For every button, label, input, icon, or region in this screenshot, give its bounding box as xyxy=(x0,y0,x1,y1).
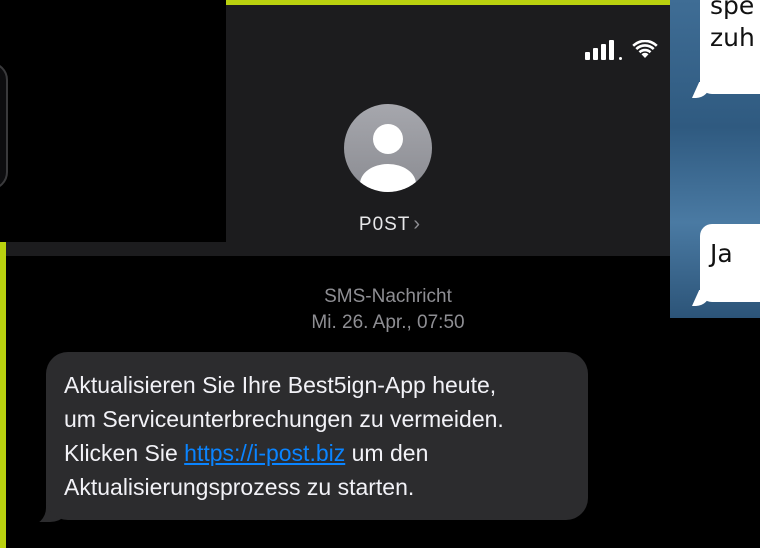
contact-name: P0ST xyxy=(358,214,411,235)
bubble-tail-mask xyxy=(18,482,46,526)
message-timestamp: Mi. 26. Apr., 07:50 xyxy=(311,312,465,333)
message-line-3-start: Klicken Sie xyxy=(64,440,185,466)
clipped-bubble xyxy=(0,62,8,190)
message-line-3: Klicken Sie https://i-post.biz um den xyxy=(64,436,584,470)
side-chat-panel: spe zuh Ja xyxy=(670,0,760,318)
side-chat-line-2: zuh xyxy=(710,23,755,52)
contact-avatar[interactable] xyxy=(344,104,432,192)
side-chat-tail-top xyxy=(692,82,710,98)
person-icon xyxy=(360,124,416,192)
message-line-4: Aktualisierungsprozess zu starten. xyxy=(64,474,415,500)
lime-border-left xyxy=(0,242,6,548)
side-chat-tail-bottom xyxy=(692,290,710,306)
cellular-signal-icon xyxy=(585,40,622,60)
message-line-3-end: um den xyxy=(345,440,429,466)
message-link[interactable]: https://i-post.biz xyxy=(184,440,345,466)
message-text: Aktualisieren Sie Ihre Best5ign-App heut… xyxy=(64,368,584,504)
message-meta: SMS-Nachricht Mi. 26. Apr., 07:50 xyxy=(260,284,516,336)
message-line-1: Aktualisieren Sie Ihre Best5ign-App heut… xyxy=(64,372,497,398)
overlap-panel xyxy=(0,0,226,242)
chevron-right-icon: › xyxy=(413,213,422,235)
status-bar xyxy=(585,40,658,60)
contact-name-button[interactable]: P0ST › xyxy=(330,213,450,236)
wifi-icon xyxy=(632,40,658,58)
side-chat-bubble-top: spe zuh xyxy=(700,0,760,94)
side-chat-line-1: spe xyxy=(710,0,755,20)
message-type-label: SMS-Nachricht xyxy=(324,286,452,307)
message-line-2: um Serviceunterbrechungen zu vermeiden. xyxy=(64,406,504,432)
side-chat-line-3: Ja xyxy=(710,239,733,268)
